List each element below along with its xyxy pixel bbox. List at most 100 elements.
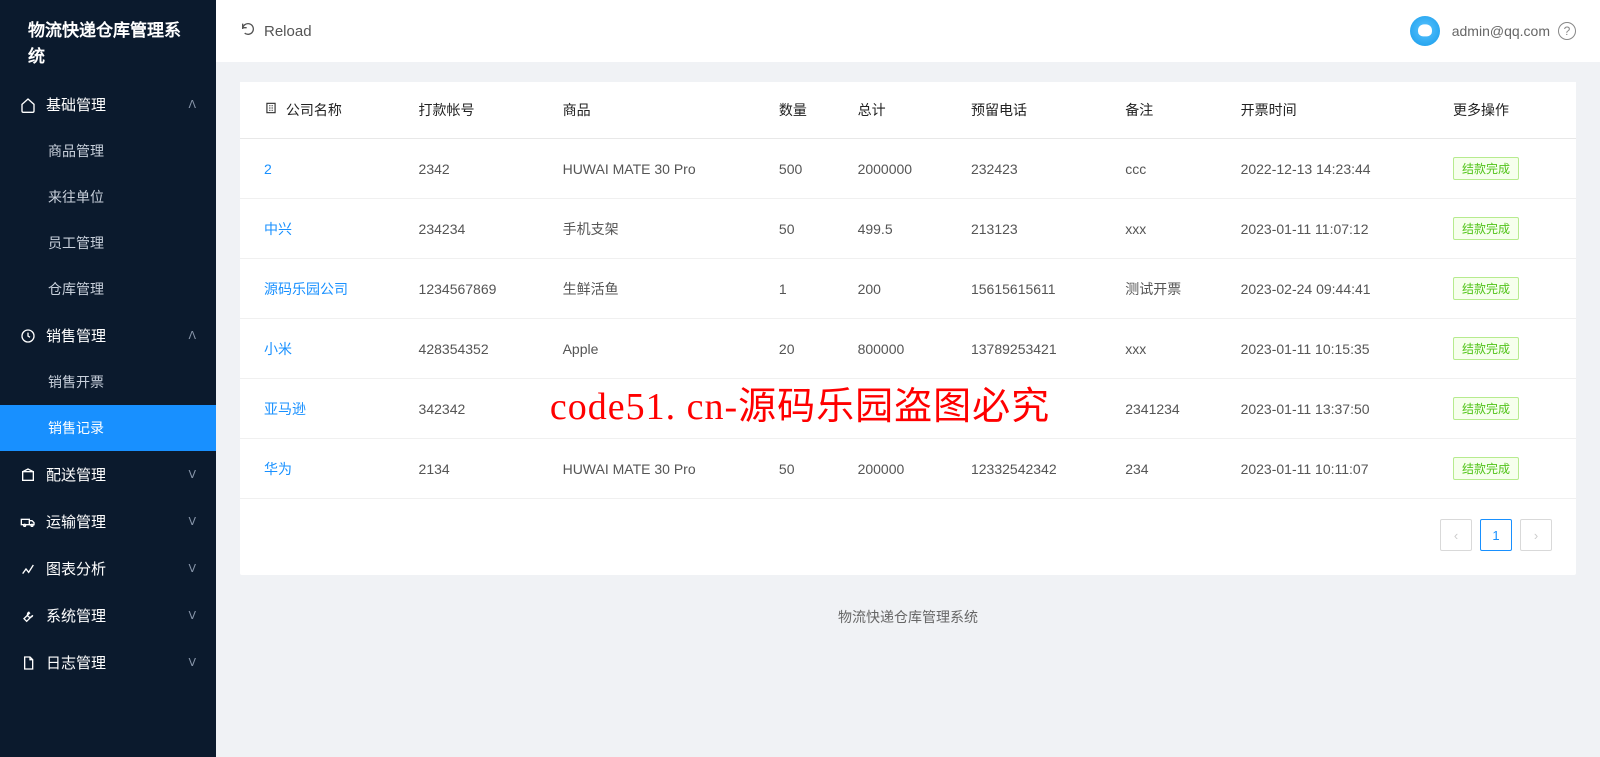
- chevron-up-icon: ᐱ: [188, 98, 196, 111]
- sidebar: 物流快递仓库管理系统 基础管理 ᐱ 商品管理 来往单位 员工管理 仓库管理 销售…: [0, 0, 216, 757]
- cell-time: 2023-01-11 11:07:12: [1225, 199, 1437, 259]
- table-row: 22342HUWAI MATE 30 Pro5002000000232423cc…: [240, 139, 1576, 199]
- col-company: 公司名称: [240, 82, 403, 139]
- menu-group-delivery[interactable]: 配送管理 ᐯ: [0, 451, 216, 498]
- table-row: 华为 2134HUWAI MATE 30 Pro50200000123325423…: [240, 439, 1576, 499]
- cell-qty: 50: [763, 439, 842, 499]
- avatar: [1410, 16, 1440, 46]
- company-link[interactable]: 华为: [264, 461, 292, 477]
- table-header-row: 公司名称 打款帐号 商品 数量 总计 预留电话 备注 开票时间 更多操作: [240, 82, 1576, 139]
- table-card: 公司名称 打款帐号 商品 数量 总计 预留电话 备注 开票时间 更多操作 2 23…: [240, 82, 1576, 575]
- cell-account: 342342: [403, 379, 547, 439]
- main: Reload admin@qq.com ? 公司名称 打款帐号 商品: [216, 0, 1600, 757]
- cell-time: 2022-12-13 14:23:44: [1225, 139, 1437, 199]
- menu-group-basic[interactable]: 基础管理 ᐱ: [0, 81, 216, 128]
- settle-button[interactable]: 结款完成: [1453, 337, 1519, 360]
- page-1[interactable]: 1: [1480, 519, 1512, 551]
- cell-remark: 234: [1109, 439, 1224, 499]
- cell-product: Apple: [547, 319, 763, 379]
- chevron-down-icon: ᐯ: [188, 656, 196, 669]
- company-link[interactable]: 2: [264, 161, 272, 177]
- sidebar-item-warehouse[interactable]: 仓库管理: [0, 266, 216, 312]
- cell-phone: 12332542342: [955, 439, 1109, 499]
- clock-icon: [20, 328, 36, 344]
- app-title: 物流快递仓库管理系统: [0, 0, 216, 81]
- chart-icon: [20, 561, 36, 577]
- cell-time: 2023-01-11 13:37:50: [1225, 379, 1437, 439]
- cell-account: 2134: [403, 439, 547, 499]
- cell-product: 手机支架: [547, 199, 763, 259]
- footer-text: 物流快递仓库管理系统: [240, 575, 1576, 639]
- cell-account: 428354352: [403, 319, 547, 379]
- col-phone: 预留电话: [955, 82, 1109, 139]
- page-next[interactable]: ›: [1520, 519, 1552, 551]
- reload-label: Reload: [264, 23, 312, 40]
- cell-product: HUWAI MATE 30 Pro: [547, 139, 763, 199]
- home-icon: [20, 97, 36, 113]
- cell-product: [547, 379, 763, 439]
- cell-remark: 2341234: [1109, 379, 1224, 439]
- cell-product: HUWAI MATE 30 Pro: [547, 439, 763, 499]
- cell-qty: 500: [763, 139, 842, 199]
- building-icon: [264, 102, 278, 118]
- cell-total: 200: [842, 259, 955, 319]
- sidebar-item-product[interactable]: 商品管理: [0, 128, 216, 174]
- topbar: Reload admin@qq.com ?: [216, 0, 1600, 62]
- menu-group-sales[interactable]: 销售管理 ᐱ: [0, 312, 216, 359]
- sidebar-item-sales-invoice[interactable]: 销售开票: [0, 359, 216, 405]
- menu-group-label: 配送管理: [46, 464, 106, 485]
- cell-qty: 20: [763, 319, 842, 379]
- cell-phone: [955, 379, 1109, 439]
- cell-qty: [763, 379, 842, 439]
- cell-account: 2342: [403, 139, 547, 199]
- cell-remark: xxx: [1109, 319, 1224, 379]
- chevron-down-icon: ᐯ: [188, 468, 196, 481]
- cell-phone: 213123: [955, 199, 1109, 259]
- settle-button[interactable]: 结款完成: [1453, 457, 1519, 480]
- chevron-down-icon: ᐯ: [188, 609, 196, 622]
- settle-button[interactable]: 结款完成: [1453, 217, 1519, 240]
- sidebar-item-sales-record[interactable]: 销售记录: [0, 405, 216, 451]
- page-prev[interactable]: ‹: [1440, 519, 1472, 551]
- menu-group-label: 日志管理: [46, 652, 106, 673]
- cell-account: 234234: [403, 199, 547, 259]
- settle-button[interactable]: 结款完成: [1453, 157, 1519, 180]
- cell-phone: 15615615611: [955, 259, 1109, 319]
- menu-group-label: 系统管理: [46, 605, 106, 626]
- menu-group-charts[interactable]: 图表分析 ᐯ: [0, 545, 216, 592]
- sidebar-item-contacts[interactable]: 来往单位: [0, 174, 216, 220]
- cell-account: 1234567869: [403, 259, 547, 319]
- company-link[interactable]: 小米: [264, 341, 292, 357]
- user-menu[interactable]: admin@qq.com: [1410, 16, 1550, 46]
- company-link[interactable]: 中兴: [264, 221, 292, 237]
- menu-group-logs[interactable]: 日志管理 ᐯ: [0, 639, 216, 686]
- chevron-down-icon: ᐯ: [188, 515, 196, 528]
- sidebar-item-staff[interactable]: 员工管理: [0, 220, 216, 266]
- cell-remark: 测试开票: [1109, 259, 1224, 319]
- cell-product: 生鲜活鱼: [547, 259, 763, 319]
- settle-button[interactable]: 结款完成: [1453, 277, 1519, 300]
- user-email: admin@qq.com: [1452, 23, 1550, 39]
- company-link[interactable]: 亚马逊: [264, 401, 306, 417]
- cell-total: 2000000: [842, 139, 955, 199]
- cell-total: 200000: [842, 439, 955, 499]
- content: 公司名称 打款帐号 商品 数量 总计 预留电话 备注 开票时间 更多操作 2 23…: [216, 62, 1600, 757]
- menu-group-label: 基础管理: [46, 94, 106, 115]
- help-icon[interactable]: ?: [1558, 22, 1576, 40]
- company-link[interactable]: 源码乐园公司: [264, 281, 348, 297]
- cell-qty: 50: [763, 199, 842, 259]
- cell-remark: xxx: [1109, 199, 1224, 259]
- menu-group-transport[interactable]: 运输管理 ᐯ: [0, 498, 216, 545]
- document-icon: [20, 655, 36, 671]
- cell-time: 2023-01-11 10:15:35: [1225, 319, 1437, 379]
- sales-table: 公司名称 打款帐号 商品 数量 总计 预留电话 备注 开票时间 更多操作 2 23…: [240, 82, 1576, 499]
- cell-total: 800000: [842, 319, 955, 379]
- menu-group-system[interactable]: 系统管理 ᐯ: [0, 592, 216, 639]
- cell-qty: 1: [763, 259, 842, 319]
- col-actions: 更多操作: [1437, 82, 1576, 139]
- reload-button[interactable]: Reload: [240, 21, 312, 41]
- col-time: 开票时间: [1225, 82, 1437, 139]
- table-row: 小米428354352Apple2080000013789253421xxx20…: [240, 319, 1576, 379]
- cell-total: [842, 379, 955, 439]
- settle-button[interactable]: 结款完成: [1453, 397, 1519, 420]
